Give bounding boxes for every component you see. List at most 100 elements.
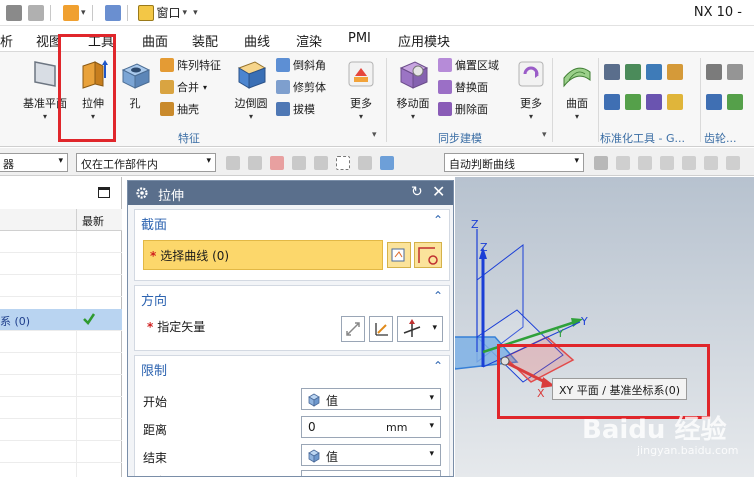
start-type-select[interactable]: 值 ▾ — [301, 388, 441, 410]
gear-icon[interactable] — [135, 186, 149, 200]
pattern-feature-button[interactable]: 阵列特征 — [160, 56, 221, 74]
tool-icon[interactable] — [667, 94, 683, 110]
curve-rule-select[interactable]: 自动判断曲线 ▾ — [444, 153, 584, 172]
edit-icon[interactable] — [104, 4, 121, 21]
snap-icon[interactable] — [358, 156, 372, 170]
select-box-icon[interactable] — [336, 156, 350, 170]
menu-assembly[interactable]: 装配 — [192, 31, 218, 50]
group-expand-icon[interactable]: ▾ — [372, 130, 377, 140]
menu-pmi[interactable]: PMI — [348, 31, 371, 46]
group-expand-icon[interactable]: ▾ — [542, 130, 547, 140]
tool-icon[interactable] — [604, 94, 620, 110]
table-row[interactable] — [0, 441, 122, 463]
trim-body-button[interactable]: 修剪体 — [276, 78, 326, 96]
tool-icon[interactable] — [625, 94, 641, 110]
selection-scope-select[interactable]: 仅在工作部件内 ▾ — [76, 153, 216, 172]
vector-dialog-button[interactable] — [369, 316, 393, 342]
close-icon[interactable]: ✕ — [432, 182, 445, 201]
column-latest[interactable]: 最新 — [82, 213, 104, 229]
chevron-up-icon[interactable]: ⌃ — [433, 289, 443, 303]
direction-header[interactable]: 方向 ⌃ — [135, 286, 451, 309]
table-row[interactable] — [0, 253, 122, 275]
copy-icon[interactable] — [28, 4, 44, 21]
section-header[interactable]: 截面 ⌃ — [135, 210, 451, 233]
curve-tool-icon[interactable] — [616, 156, 630, 170]
table-row[interactable] — [0, 397, 122, 419]
draft-button[interactable]: 拔模 — [276, 100, 315, 118]
draft-icon — [276, 102, 290, 116]
gear-tool-icon[interactable] — [706, 94, 722, 110]
gear-tool-icon[interactable] — [727, 94, 743, 110]
type-filter-select[interactable]: 器 ▾ — [0, 153, 68, 172]
limits-header[interactable]: 限制 ⌃ — [135, 356, 451, 379]
snap-icon[interactable] — [292, 156, 306, 170]
save-icon[interactable] — [6, 4, 22, 21]
reverse-direction-button[interactable] — [341, 316, 365, 342]
curve-tool-icon[interactable] — [682, 156, 696, 170]
menu-surface[interactable]: 曲面 — [142, 31, 168, 50]
curve-tool-icon[interactable] — [638, 156, 652, 170]
chevron-up-icon[interactable]: ⌃ — [433, 213, 443, 227]
table-row[interactable] — [0, 331, 122, 353]
select-curve-field[interactable]: * 选择曲线 (0) — [143, 240, 383, 270]
surface-button[interactable]: 曲面 ▾ — [554, 56, 600, 128]
datum-csys-row[interactable]: 系 (0) — [0, 309, 122, 331]
book-icon[interactable] — [63, 4, 79, 21]
chamfer-button[interactable]: 倒斜角 — [276, 56, 326, 74]
curve-tool-icon[interactable] — [704, 156, 718, 170]
sync-more-button[interactable]: 更多 ▾ — [508, 56, 554, 128]
snap-icon[interactable] — [270, 156, 284, 170]
watermark-logo: Baidu 经验 — [582, 415, 727, 445]
table-row[interactable] — [0, 419, 122, 441]
inferred-vector-select[interactable]: ▾ — [397, 316, 443, 342]
offset-region-button[interactable]: 偏置区域 — [438, 56, 499, 74]
table-row[interactable] — [0, 375, 122, 397]
curve-tool-icon[interactable] — [594, 156, 608, 170]
replace-face-button[interactable]: 替换面 — [438, 78, 488, 96]
table-row[interactable] — [0, 353, 122, 375]
dialog-title-bar[interactable]: 拉伸 ↻ ✕ — [128, 181, 453, 205]
reset-icon[interactable]: ↻ — [411, 184, 423, 200]
chevron-down-icon[interactable]: ▾ — [81, 8, 86, 18]
tool-icon[interactable] — [667, 64, 683, 80]
menu-applications[interactable]: 应用模块 — [398, 31, 450, 50]
graphics-viewport[interactable]: Z Z Y Y X X XY 平面 / 基准坐标系(0) Baidu 经验 ji… — [455, 177, 754, 477]
gear-tool-icon[interactable] — [727, 64, 743, 80]
feature-more-button[interactable]: 更多 ▾ — [338, 56, 384, 128]
tool-icon[interactable] — [604, 64, 620, 80]
menu-analysis[interactable]: 析 — [0, 31, 13, 50]
shell-button[interactable]: 抽壳 — [160, 100, 199, 118]
tool-icon[interactable] — [625, 64, 641, 80]
tool-icon[interactable] — [646, 94, 662, 110]
tool-icon[interactable] — [646, 64, 662, 80]
unite-button[interactable]: 合并 ▾ — [160, 78, 207, 96]
edge-blend-button[interactable]: 边倒圆 ▾ — [228, 56, 274, 128]
maximize-icon[interactable] — [98, 187, 110, 198]
chevron-down-icon[interactable]: ▾ — [193, 8, 198, 18]
end-type-select[interactable]: 值 ▾ — [301, 444, 441, 466]
body-icon[interactable] — [380, 156, 394, 170]
specify-vector-text: 指定矢量 — [157, 320, 206, 334]
chevron-down-icon[interactable]: ▾ — [429, 421, 434, 431]
snap-icon[interactable] — [226, 156, 240, 170]
limits-header-label: 限制 — [141, 364, 168, 379]
menu-curve[interactable]: 曲线 — [244, 31, 270, 50]
snap-icon[interactable] — [248, 156, 262, 170]
hole-button[interactable]: 孔 — [112, 56, 158, 128]
table-row[interactable] — [0, 231, 122, 253]
table-row[interactable] — [0, 275, 122, 297]
vector-icon — [403, 319, 421, 337]
snap-icon[interactable] — [314, 156, 328, 170]
chevron-up-icon[interactable]: ⌃ — [433, 359, 443, 373]
gear-tool-icon[interactable] — [706, 64, 722, 80]
menu-render[interactable]: 渲染 — [296, 31, 322, 50]
start-distance-input[interactable]: 0 mm ▾ — [301, 416, 441, 438]
delete-face-button[interactable]: 删除面 — [438, 100, 488, 118]
window-menu[interactable]: 窗口 ▾ ▾ — [137, 4, 198, 21]
curve-select-button[interactable] — [414, 242, 442, 268]
end-distance-input[interactable] — [301, 470, 441, 476]
move-face-button[interactable]: 移动面 ▾ — [390, 56, 436, 128]
curve-tool-icon[interactable] — [726, 156, 740, 170]
curve-tool-icon[interactable] — [660, 156, 674, 170]
sketch-section-button[interactable] — [387, 242, 411, 268]
